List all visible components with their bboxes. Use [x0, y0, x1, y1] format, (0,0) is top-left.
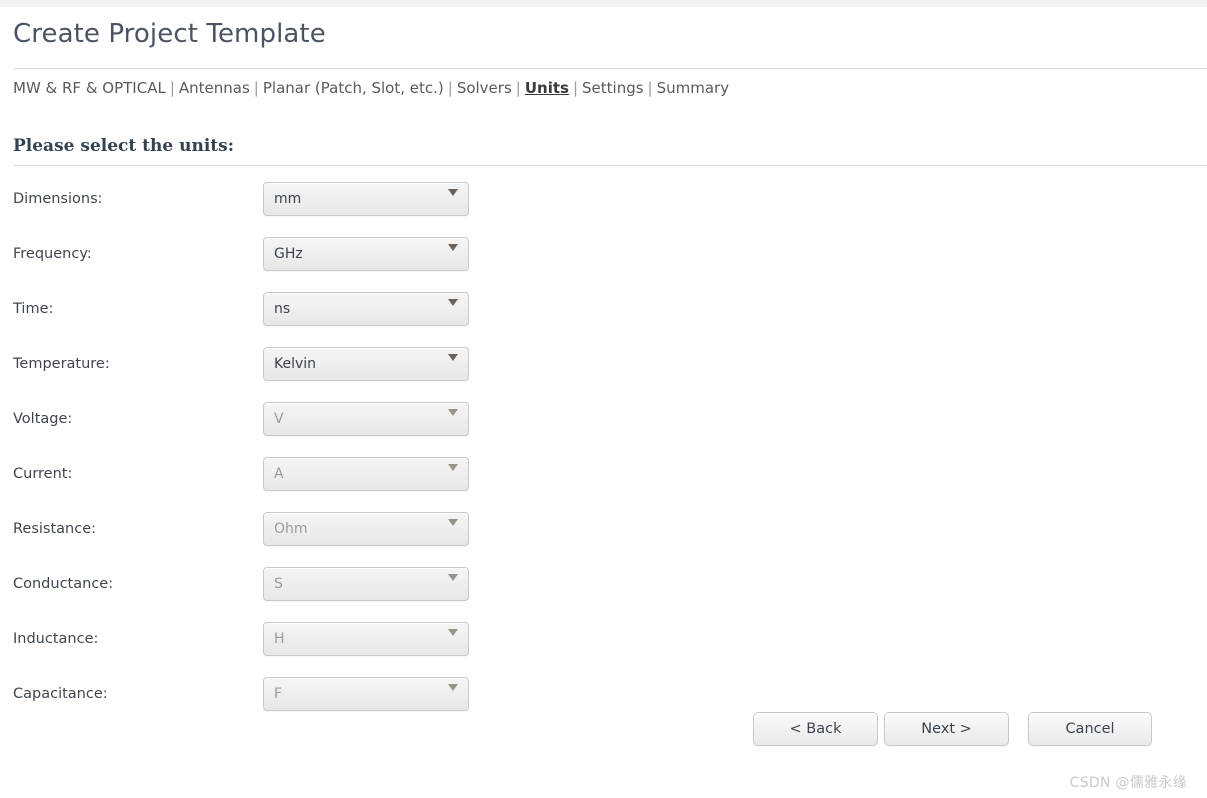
breadcrumb-item-units[interactable]: Units [525, 79, 569, 97]
field-row-frequency: Frequency: GHz [0, 237, 1207, 277]
breadcrumb-separator: | [572, 79, 579, 97]
label-conductance: Conductance: [13, 576, 114, 592]
title-divider [13, 68, 1207, 69]
watermark: CSDN @儒雅永缘 [1069, 775, 1187, 791]
breadcrumb: MW & RF & OPTICAL | Antennas | Planar (Patch… [13, 79, 729, 97]
chevron-down-icon [448, 409, 458, 416]
next-button[interactable]: Next > [884, 712, 1009, 746]
select-value-conductance: S [274, 576, 283, 592]
select-conductance: S [263, 567, 469, 601]
chevron-down-icon[interactable] [448, 189, 458, 196]
chevron-down-icon[interactable] [448, 354, 458, 361]
breadcrumb-separator: | [515, 79, 521, 97]
field-row-current: Current: A [0, 457, 1207, 497]
label-voltage: Voltage: [13, 411, 73, 427]
chevron-down-icon [448, 464, 458, 471]
chevron-down-icon[interactable] [448, 244, 458, 251]
label-temperature: Temperature: [13, 356, 110, 372]
select-value-current: A [274, 466, 284, 482]
field-row-capacitance: Capacitance: F [0, 677, 1207, 717]
select-value-resistance: Ohm [274, 521, 308, 537]
breadcrumb-separator: | [647, 79, 653, 97]
select-temperature[interactable]: Kelvin [263, 347, 469, 381]
select-value-frequency: GHz [274, 246, 303, 262]
select-current: A [263, 457, 469, 491]
chevron-down-icon [448, 684, 458, 691]
label-capacitance: Capacitance: [13, 686, 108, 702]
breadcrumb-separator: | [447, 79, 453, 97]
select-voltage: V [263, 402, 469, 436]
breadcrumb-separator: | [253, 79, 259, 97]
field-row-inductance: Inductance: H [0, 622, 1207, 662]
select-capacitance: F [263, 677, 469, 711]
dialog-button-bar: < Back Next > Cancel [0, 712, 1207, 752]
select-value-dimensions: mm [274, 191, 302, 207]
label-inductance: Inductance: [13, 631, 99, 647]
label-dimensions: Dimensions: [13, 191, 103, 207]
label-frequency: Frequency: [13, 246, 92, 262]
page-title: Create Project Template [13, 19, 326, 49]
field-row-time: Time: ns [0, 292, 1207, 332]
breadcrumb-item-antennas[interactable]: Antennas [179, 79, 250, 97]
select-value-time: ns [274, 301, 291, 317]
field-row-conductance: Conductance: S [0, 567, 1207, 607]
chevron-down-icon [448, 629, 458, 636]
chevron-down-icon[interactable] [448, 299, 458, 306]
breadcrumb-item-solvers[interactable]: Solvers [457, 79, 512, 97]
chevron-down-icon [448, 574, 458, 581]
breadcrumb-item-settings[interactable]: Settings [582, 79, 644, 97]
cancel-button[interactable]: Cancel [1028, 712, 1152, 746]
select-value-temperature: Kelvin [274, 356, 317, 372]
label-resistance: Resistance: [13, 521, 97, 537]
breadcrumb-separator: | [169, 79, 175, 97]
breadcrumb-item-summary[interactable]: Summary [657, 79, 730, 97]
select-time[interactable]: ns [263, 292, 469, 326]
section-divider [13, 165, 1207, 166]
select-dimensions[interactable]: mm [263, 182, 469, 216]
field-row-voltage: Voltage: V [0, 402, 1207, 442]
field-row-temperature: Temperature: Kelvin [0, 347, 1207, 387]
field-row-dimensions: Dimensions: mm [0, 182, 1207, 222]
label-time: Time: [13, 301, 54, 317]
breadcrumb-item-planar-patch-slot-etc[interactable]: Planar (Patch, Slot, etc.) [263, 79, 444, 97]
section-heading: Please select the units: [13, 136, 234, 156]
select-resistance: Ohm [263, 512, 469, 546]
breadcrumb-item-mw-rf-optical[interactable]: MW & RF & OPTICAL [13, 79, 166, 97]
select-value-capacitance: F [274, 686, 283, 702]
create-project-template-dialog: Create Project Template MW & RF & OPTICA… [0, 7, 1207, 798]
label-current: Current: [13, 466, 73, 482]
select-value-voltage: V [274, 411, 284, 427]
select-frequency[interactable]: GHz [263, 237, 469, 271]
field-row-resistance: Resistance: Ohm [0, 512, 1207, 552]
chevron-down-icon [448, 519, 458, 526]
back-button[interactable]: < Back [753, 712, 878, 746]
select-value-inductance: H [274, 631, 285, 647]
select-inductance: H [263, 622, 469, 656]
